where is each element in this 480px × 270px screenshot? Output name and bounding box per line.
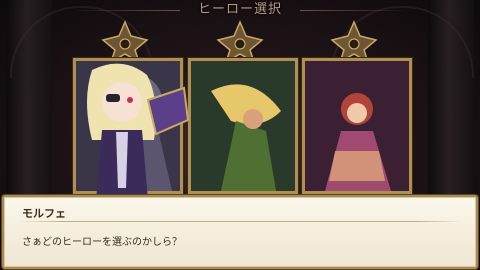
speaker-name: モルフェ xyxy=(22,207,66,220)
character-morphe xyxy=(87,63,190,200)
hero-card-2[interactable] xyxy=(188,58,298,194)
dialog-text: さぁどのヒーローを選ぶのかしら？ xyxy=(22,237,182,248)
hero-card-3[interactable] xyxy=(302,58,412,194)
dialog-box[interactable] xyxy=(2,195,478,269)
dialog-divider xyxy=(18,221,462,222)
hero-portrait-3 xyxy=(305,61,409,191)
hero-portrait-2 xyxy=(191,61,295,191)
screen-title: ヒーロー選択 xyxy=(0,0,480,20)
